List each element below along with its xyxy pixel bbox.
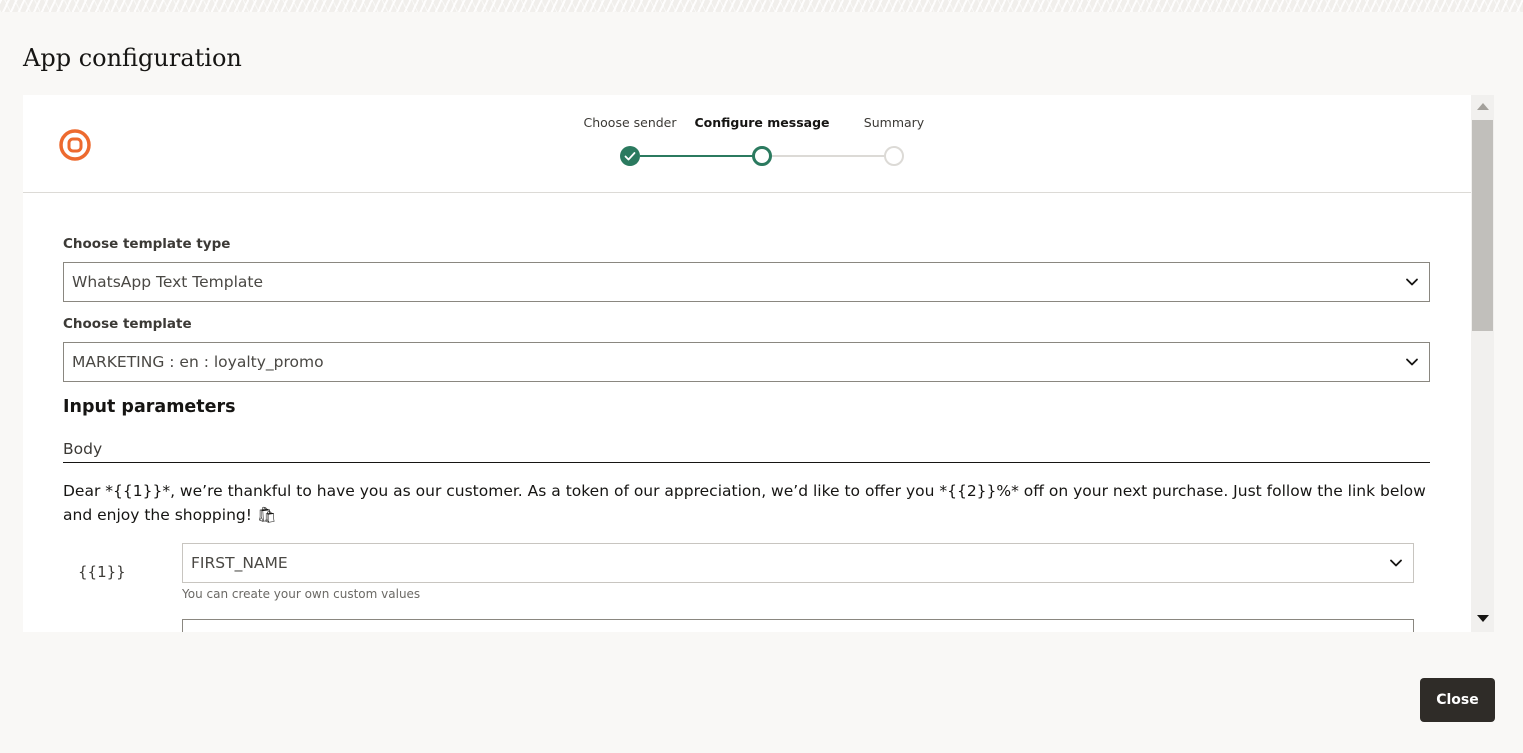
close-button[interactable]: Close — [1420, 678, 1495, 722]
input-parameters-title: Input parameters — [63, 397, 236, 417]
template-body-text: Dear *{{1}}*, we’re thankful to have you… — [63, 482, 1426, 524]
panel-header: Choose sender Configure message Summary — [23, 95, 1471, 193]
page-title: App configuration — [23, 44, 242, 72]
tab-body[interactable]: Body — [63, 440, 1430, 463]
tab-body-label: Body — [63, 440, 103, 458]
scroll-thumb[interactable] — [1472, 120, 1493, 331]
step-connector-pending — [772, 155, 894, 157]
chevron-down-icon — [1406, 358, 1418, 366]
step-completed-check-icon — [620, 146, 640, 166]
decorative-header-strip — [0, 0, 1523, 12]
chevron-down-icon — [1390, 559, 1402, 567]
scroll-down-arrow-icon[interactable] — [1477, 615, 1489, 622]
template-type-label: Choose template type — [63, 236, 231, 252]
template-select[interactable]: MARKETING : en : loyalty_promo — [63, 342, 1430, 382]
param-1-select[interactable]: FIRST_NAME — [182, 543, 1414, 583]
step-label-choose-sender: Choose sender — [583, 115, 677, 130]
step-pending-indicator — [884, 146, 904, 166]
param-1-helper-text: You can create your own custom values — [182, 587, 421, 601]
config-panel: Choose sender Configure message Summary … — [23, 95, 1471, 632]
param-1-value: FIRST_NAME — [191, 554, 288, 572]
panel-scrollbar[interactable] — [1471, 95, 1494, 632]
template-type-value: WhatsApp Text Template — [72, 273, 264, 291]
param-2-select[interactable] — [182, 619, 1414, 632]
chevron-down-icon — [1406, 278, 1418, 286]
template-label: Choose template — [63, 316, 192, 332]
step-active-indicator — [752, 146, 772, 166]
step-label-summary: Summary — [863, 115, 925, 130]
param-placeholder-label: {{1}} — [78, 563, 126, 581]
template-type-select[interactable]: WhatsApp Text Template — [63, 262, 1430, 302]
step-connector-completed — [640, 155, 762, 157]
scroll-up-arrow-icon[interactable] — [1477, 103, 1489, 110]
step-label-configure-message: Configure message — [694, 115, 830, 130]
template-value: MARKETING : en : loyalty_promo — [72, 353, 324, 371]
app-logo-icon — [59, 129, 91, 161]
